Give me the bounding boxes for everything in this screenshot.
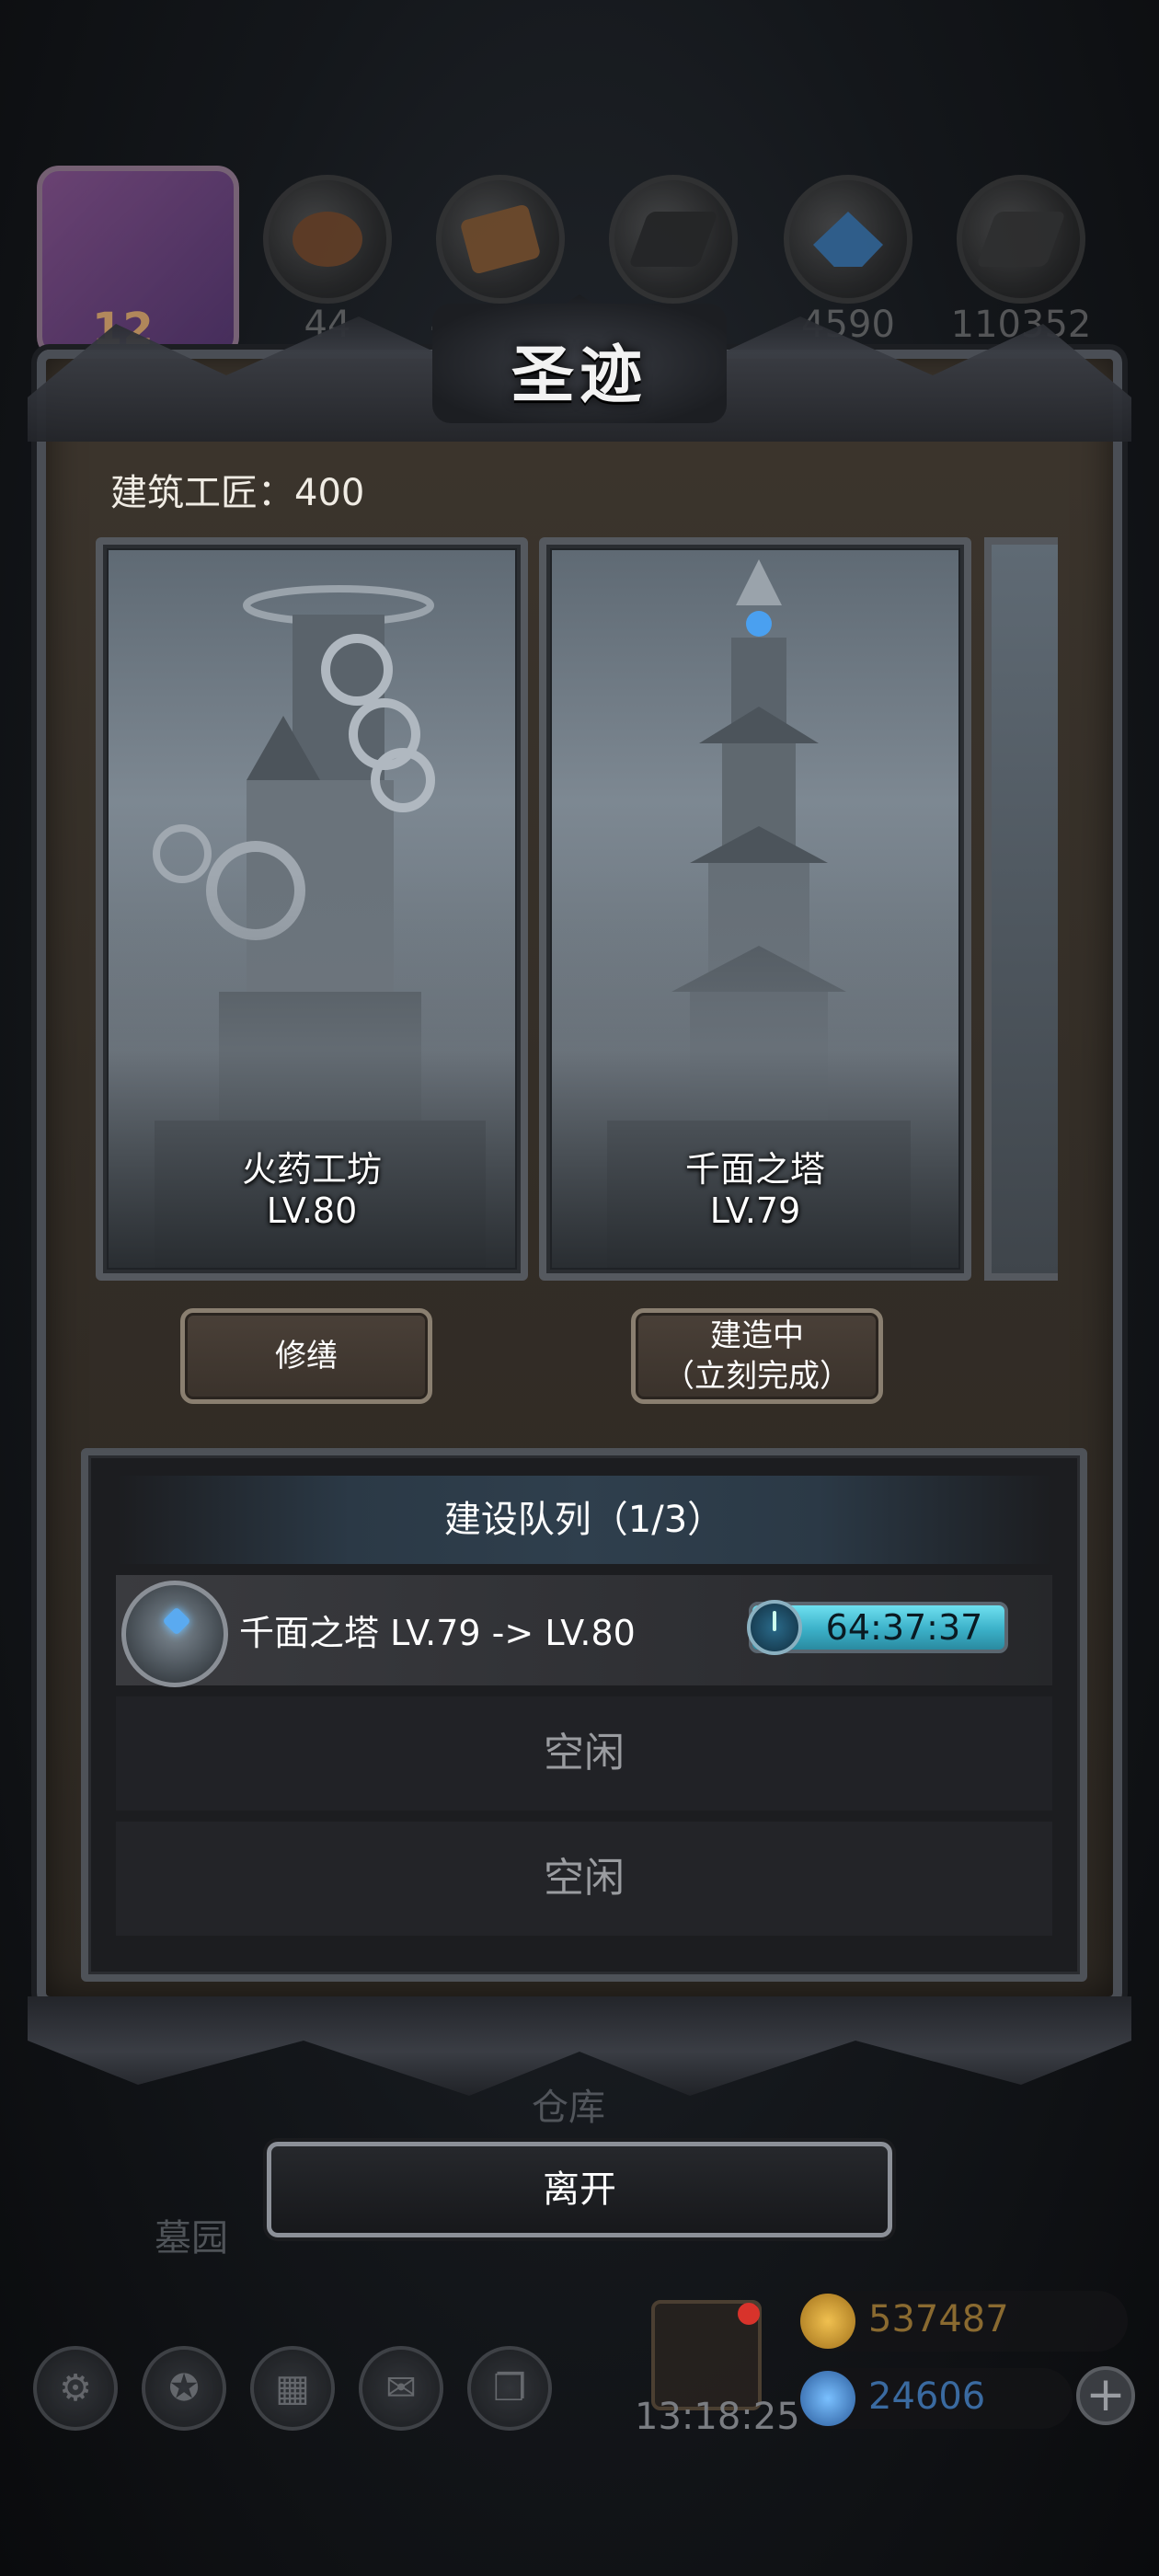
building-level: LV.80 bbox=[266, 1190, 358, 1231]
gold-counter: 537487 bbox=[797, 2291, 1128, 2352]
add-currency-button[interactable]: + bbox=[1076, 2366, 1135, 2425]
map-icon[interactable]: ▦ bbox=[250, 2346, 335, 2431]
iron-icon[interactable] bbox=[609, 175, 738, 304]
warehouse-label[interactable]: 仓库 bbox=[532, 2077, 605, 2131]
queue-item-text: 千面之塔 LV.79 -> LV.80 bbox=[239, 1613, 636, 1653]
plank-icon[interactable] bbox=[436, 175, 565, 304]
mail-icon[interactable]: ✉ bbox=[359, 2346, 443, 2431]
repair-button-label: 修缮 bbox=[275, 1338, 338, 1374]
building-card-gunpowder[interactable]: 火药工坊 LV.80 bbox=[96, 537, 528, 1281]
gem-counter: 24606 bbox=[797, 2368, 1073, 2429]
repair-button[interactable]: 修缮 bbox=[180, 1308, 432, 1404]
gem-icon bbox=[800, 2371, 855, 2426]
finish-now-button[interactable]: 建造中 （立刻完成） bbox=[631, 1308, 883, 1404]
queue-row-idle[interactable]: 空闲 bbox=[116, 1822, 1052, 1936]
queue-row-idle[interactable]: 空闲 bbox=[116, 1696, 1052, 1811]
idle-label: 空闲 bbox=[544, 1730, 625, 1777]
building-card-next[interactable] bbox=[984, 537, 1058, 1281]
gift-timer: 13:18:25 bbox=[635, 2396, 800, 2438]
game-screen: 12 44 413049 6180 4590 110352 仓库 墓园 ⚙ ✪ … bbox=[0, 0, 1159, 2576]
gold-coin-icon bbox=[800, 2294, 855, 2349]
gear-icon[interactable]: ⚙ bbox=[33, 2346, 118, 2431]
steel-icon[interactable] bbox=[957, 175, 1085, 304]
gold-amount: 537487 bbox=[868, 2298, 1009, 2340]
idle-label: 空闲 bbox=[544, 1855, 625, 1902]
queue-row-active[interactable]: 千面之塔 LV.79 -> LV.80 64:37:37 bbox=[116, 1575, 1052, 1687]
finish-now-label: （立刻完成） bbox=[663, 1358, 851, 1395]
building-card-tower[interactable]: 千面之塔 LV.79 bbox=[539, 537, 971, 1281]
leave-button-label: 离开 bbox=[543, 2168, 616, 2211]
building-name: 千面之塔 bbox=[684, 1149, 825, 1190]
gem-amount: 24606 bbox=[868, 2375, 986, 2418]
building-name: 火药工坊 bbox=[241, 1149, 382, 1190]
building-status-label: 建造中 bbox=[710, 1317, 804, 1354]
building-level: LV.79 bbox=[709, 1190, 801, 1231]
gem-icon bbox=[162, 1606, 191, 1636]
queue-title: 建设队列（1/3） bbox=[443, 1499, 725, 1541]
wood-icon[interactable] bbox=[263, 175, 392, 304]
clock-icon bbox=[747, 1600, 802, 1655]
craftsman-count: 建筑工匠：400 bbox=[110, 472, 365, 514]
book-icon[interactable]: ❐ bbox=[467, 2346, 552, 2431]
tower-thumbnail bbox=[121, 1581, 228, 1687]
cemetery-label[interactable]: 墓园 bbox=[155, 2208, 228, 2261]
crystal-icon[interactable] bbox=[784, 175, 912, 304]
leave-button[interactable]: 离开 bbox=[267, 2142, 892, 2237]
notification-dot bbox=[738, 2303, 760, 2325]
dialog-title: 圣迹 bbox=[511, 339, 648, 412]
build-queue-panel: 建设队列（1/3） 千面之塔 LV.79 -> LV.80 64:37:37 空… bbox=[81, 1448, 1087, 1982]
star-icon[interactable]: ✪ bbox=[142, 2346, 226, 2431]
countdown-timer: 64:37:37 bbox=[747, 1600, 1008, 1655]
timer-value: 64:37:37 bbox=[825, 1607, 983, 1648]
